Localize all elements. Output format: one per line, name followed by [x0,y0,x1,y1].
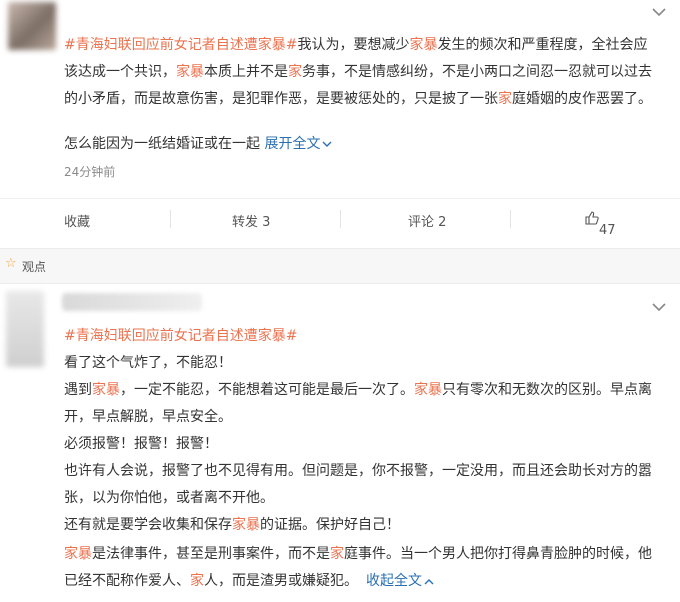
post-2-text-b: 家暴是法律事件，甚至是刑事案件，而不是家庭事件。当一个男人把你打得鼻青脸肿的时候… [64,541,658,595]
text-segment: 的小矛盾，而是故意伤害，是犯罪作恶，是要被惩处的，只是披了一张 [64,91,498,107]
text-segment: 庭事件。当一个男人把你打得鼻青脸肿的时候，他 [344,546,652,562]
like-button[interactable]: 47 [585,211,616,238]
keyword-highlight: 家暴 [176,64,204,80]
text-segment: 也许有人会说，报警了也不见得有用。但问题是，你不报警，一定没用，而且还会助长对方… [64,463,652,479]
text-line: 遇到家暴，一定不能忍，不能想着这可能是最后一次了。家暴只有零次和无数次的区别。早… [64,377,658,404]
section-header: ☆ 观点 [0,248,680,284]
keyword-highlight: 家暴 [64,546,92,562]
text-segment: 务事，不是情感纠纷，不是小两口之间忍一忍就可以过去 [302,64,652,80]
thumbs-up-icon [585,211,599,225]
text-segment: 该达成一个共识， [64,64,176,80]
text-line: 的小矛盾，而是故意伤害，是犯罪作恶，是要被惩处的，只是披了一张家庭婚姻的皮作恶罢… [64,86,658,113]
expand-link[interactable]: 展开全文 [264,136,332,152]
post-1-text: #青海妇联回应前女记者自述遭家暴#我认为，要想减少家暴发生的频次和严重程度，全社… [64,32,658,113]
keyword-highlight: 家暴 [232,517,260,533]
text-segment: ，一定不能忍，不能想着这可能是最后一次了。 [120,382,414,398]
text-line: 开，早点解脱，早点安全。 [64,404,658,431]
text-segment: 遇到 [64,382,92,398]
comment-button[interactable]: 评论 2 [408,211,446,230]
repost-button[interactable]: 转发 3 [232,211,270,230]
post-1-last-line-text: 怎么能因为一纸结婚证或在一起 [64,136,260,152]
text-line: 也许有人会说，报警了也不见得有用。但问题是，你不报警，一定没用，而且还会助长对方… [64,458,658,485]
chevron-down-icon[interactable] [652,301,666,316]
text-line: 家暴是法律事件，甚至是刑事案件，而不是家庭事件。当一个男人把你打得鼻青脸肿的时候… [64,541,658,568]
collapse-link[interactable]: 收起全文 [366,573,434,589]
avatar[interactable] [8,2,56,50]
post-2-text: #青海妇联回应前女记者自述遭家暴# 看了这个气炸了，不能忍！ 遇到家暴，一定不能忍，… [64,323,658,539]
text-segment: 庭婚姻的皮作恶罢了。 [512,91,652,107]
text-line: 已经不配称作爱人、家人，而是渣男或嫌疑犯。 收起全文 [64,568,658,595]
text-segment: 只有零次和无数次的区别。早点离 [442,382,652,398]
text-segment: 开，早点解脱，早点安全。 [64,409,232,425]
section-label: 观点 [22,260,47,274]
keyword-highlight: 家 [498,91,512,107]
hashtag-link[interactable]: #青海妇联回应前女记者自述遭家暴# [64,37,297,53]
text-segment: 的证据。保护好自己！ [260,517,400,533]
divider [340,210,341,228]
keyword-highlight: 家 [190,573,204,589]
text-segment: 发生的频次和严重程度，全社会应 [437,37,648,53]
star-icon: ☆ [5,256,17,271]
divider [510,210,511,228]
text-segment: 已经不配称作爱人、 [64,573,190,589]
text-line: 张，以为你怕他，或者离不开他。 [64,485,658,512]
keyword-highlight: 家 [288,64,302,80]
text-segment: 是法律事件，甚至是刑事案件，而不是 [92,546,330,562]
chevron-down-icon[interactable] [652,6,666,21]
keyword-highlight: 家暴 [409,37,438,53]
username[interactable] [62,293,202,311]
text-line: #青海妇联回应前女记者自述遭家暴#我认为，要想减少家暴发生的频次和严重程度，全社… [64,32,658,59]
text-segment: 必须报警！报警！报警！ [64,436,218,452]
post-1: #青海妇联回应前女记者自述遭家暴#我认为，要想减少家暴发生的频次和严重程度，全社… [0,0,680,248]
text-line: 还有就是要学会收集和保存家暴的证据。保护好自己！ [64,512,658,539]
action-bar: 收藏 转发 3 评论 2 47 [0,198,680,239]
text-segment: 本质上并不是 [204,64,288,80]
expand-label[interactable]: 展开全文 [264,136,320,152]
text-segment: 我认为，要想减少 [297,37,410,53]
text-line: 该达成一个共识，家暴本质上并不是家务事，不是情感纠纷，不是小两口之间忍一忍就可以… [64,59,658,86]
keyword-highlight: 家 [330,546,344,562]
divider [170,210,171,228]
post-time[interactable]: 24分钟前 [64,163,115,180]
text-line: 看了这个气炸了，不能忍！ [64,350,658,377]
collect-button[interactable]: 收藏 [64,211,90,230]
like-count: 47 [599,223,616,238]
collapse-label[interactable]: 收起全文 [366,573,422,589]
text-line: #青海妇联回应前女记者自述遭家暴# [64,323,658,350]
post-2: #青海妇联回应前女记者自述遭家暴# 看了这个气炸了，不能忍！ 遇到家暴，一定不能忍，… [0,283,680,602]
post-1-last-line: 怎么能因为一纸结婚证或在一起 展开全文 [64,131,658,158]
keyword-highlight: 家暴 [92,382,120,398]
chevron-up-icon [424,578,434,584]
text-segment: 张，以为你怕他，或者离不开他。 [64,490,274,506]
text-segment: 人，而是渣男或嫌疑犯。 [204,573,358,589]
avatar[interactable] [6,291,44,367]
text-segment: 还有就是要学会收集和保存 [64,517,232,533]
text-line: 必须报警！报警！报警！ [64,431,658,458]
keyword-highlight: 家暴 [414,382,442,398]
text-segment: 看了这个气炸了，不能忍！ [64,355,232,371]
hashtag-link[interactable]: #青海妇联回应前女记者自述遭家暴# [64,328,297,344]
